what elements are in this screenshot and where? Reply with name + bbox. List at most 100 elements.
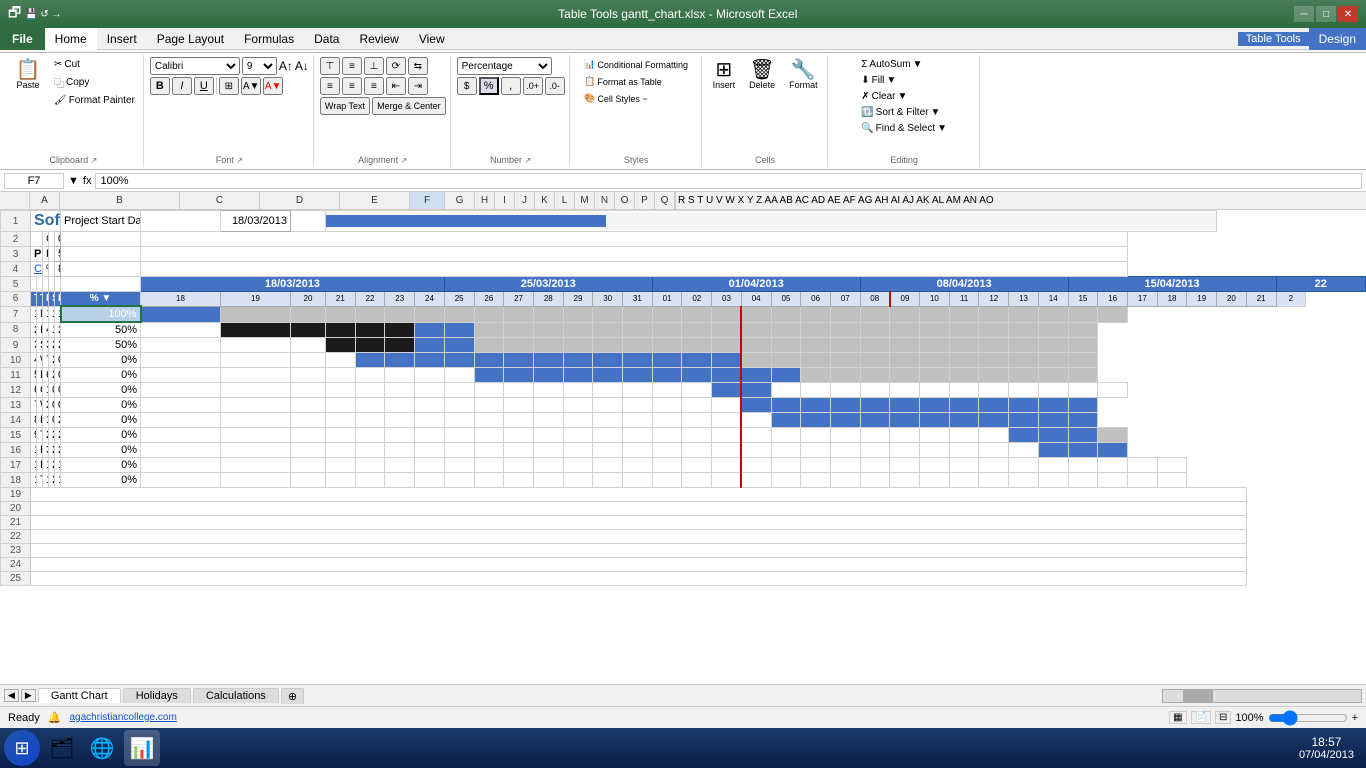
clear-button[interactable]: ✗ Clear ▼: [857, 89, 911, 104]
col-task-name[interactable]: Task Name ▼: [37, 292, 43, 307]
page-layout-view-button[interactable]: 📄: [1191, 711, 1211, 724]
task-start-1[interactable]: 18/03/2013: [49, 306, 55, 322]
task-dur-9[interactable]: 2 days: [43, 428, 49, 443]
cell-styles-button[interactable]: 🎨 Cell Styles ~: [580, 91, 652, 106]
tab-add[interactable]: ⊕: [281, 688, 304, 704]
empty-24[interactable]: [31, 558, 1247, 572]
col-finish-date[interactable]: Finish Date ▼: [55, 292, 61, 307]
bold-button[interactable]: B: [150, 77, 170, 95]
percent-button[interactable]: %: [479, 77, 499, 95]
design-menu[interactable]: Design: [1309, 28, 1366, 50]
task-id-6[interactable]: 6: [31, 383, 37, 398]
task-start-9[interactable]: 22/04/2013: [49, 428, 55, 443]
cell-E4[interactable]: 8%: [55, 262, 61, 277]
cell-E1[interactable]: 18/03/2013: [221, 211, 291, 232]
scroll-right-button[interactable]: ▶: [21, 689, 36, 702]
format-button[interactable]: 🔧 Format: [784, 57, 823, 93]
page-layout-menu[interactable]: Page Layout: [147, 28, 234, 50]
task-start-7[interactable]: 04/04/2013: [49, 398, 55, 413]
task-name-5[interactable]: Design storyboards: [37, 368, 43, 383]
task-pct-5[interactable]: 0%: [61, 368, 141, 383]
task-name-6[interactable]: Get client approval: [37, 383, 43, 398]
task-id-4[interactable]: 4: [31, 353, 37, 368]
task-pct-10[interactable]: 0%: [61, 443, 141, 458]
cell-A4[interactable]: Computergaga: [31, 262, 43, 277]
fill-color-button[interactable]: A▼: [241, 77, 261, 95]
maximize-button[interactable]: □: [1316, 6, 1336, 22]
start-button[interactable]: ⊞: [4, 730, 40, 766]
task-start-8[interactable]: 08/04/2013: [49, 413, 55, 428]
col-percent[interactable]: % ▼: [61, 292, 141, 307]
task-finish-8[interactable]: 22/04/2013: [55, 413, 61, 428]
task-finish-10[interactable]: 29/04/2013: [55, 443, 61, 458]
find-select-button[interactable]: 🔍 Find & Select ▼: [857, 121, 951, 136]
text-angle-button[interactable]: ⟳: [386, 57, 406, 75]
format-table-button[interactable]: 📋 Format as Table: [580, 74, 666, 89]
tab-gantt-chart[interactable]: Gantt Chart: [38, 688, 121, 703]
task-id-8[interactable]: 8: [31, 413, 37, 428]
task-start-4[interactable]: 22/03/2013: [49, 353, 55, 368]
increase-font-icon[interactable]: A↑: [279, 59, 293, 73]
task-dur-1[interactable]: 1 days: [43, 306, 49, 322]
task-dur-3[interactable]: 3 days: [43, 338, 49, 353]
view-menu[interactable]: View: [409, 28, 455, 50]
col-duration[interactable]: Duration ▼: [43, 292, 49, 307]
cell-A1[interactable]: Software Development: [31, 211, 61, 232]
increase-decimal-button[interactable]: .0+: [523, 77, 543, 95]
task-pct-11[interactable]: 0%: [61, 458, 141, 473]
text-direction-button[interactable]: ⇆: [408, 57, 428, 75]
task-name-8[interactable]: Develop application: [37, 413, 43, 428]
align-middle-button[interactable]: ≡: [342, 57, 362, 75]
empty-19[interactable]: [31, 488, 1247, 502]
cell-F2[interactable]: [61, 232, 141, 247]
autosum-button[interactable]: Σ AutoSum ▼: [857, 57, 926, 72]
task-id-9[interactable]: 9: [31, 428, 37, 443]
task-id-10[interactable]: 10: [31, 443, 37, 458]
task-start-12[interactable]: 29/04/2013: [49, 473, 55, 488]
task-dur-2[interactable]: 4 days: [43, 322, 49, 338]
cell-C2[interactable]: Current Date: [43, 232, 49, 247]
task-dur-4[interactable]: 7 days: [43, 353, 49, 368]
cell-C1[interactable]: Project Start Date: [61, 211, 141, 232]
conditional-formatting-button[interactable]: 📊 Conditional Formatting: [580, 57, 692, 72]
empty-23[interactable]: [31, 544, 1247, 558]
scroll-left-button[interactable]: ◀: [4, 689, 19, 702]
normal-view-button[interactable]: ▦: [1169, 711, 1186, 724]
format-painter-button[interactable]: 🖌 Format Painter: [50, 93, 139, 108]
task-pct-12[interactable]: 0%: [61, 473, 141, 488]
close-button[interactable]: ✕: [1338, 6, 1358, 22]
formula-input[interactable]: [95, 173, 1362, 189]
taskbar-browser-button[interactable]: 🌐: [84, 730, 120, 766]
taskbar-files-button[interactable]: 🗂: [44, 730, 80, 766]
task-dur-5[interactable]: 6 days: [43, 368, 49, 383]
task-pct-6[interactable]: 0%: [61, 383, 141, 398]
task-pct-2[interactable]: 50%: [61, 322, 141, 338]
task-finish-11[interactable]: 14/05/2013: [55, 458, 61, 473]
task-dur-8[interactable]: 10 days: [43, 413, 49, 428]
empty-21[interactable]: [31, 516, 1247, 530]
review-menu[interactable]: Review: [349, 28, 408, 50]
zoom-plus-button[interactable]: +: [1352, 712, 1358, 724]
cell-E3[interactable]: 57 days: [55, 247, 61, 262]
task-name-10[interactable]: Fix bugs: [37, 443, 43, 458]
insert-menu[interactable]: Insert: [97, 28, 147, 50]
decrease-decimal-button[interactable]: .0-: [545, 77, 565, 95]
task-name-2[interactable]: Identify scope: [37, 322, 43, 338]
task-start-5[interactable]: 26/03/2013: [49, 368, 55, 383]
number-format-select[interactable]: Percentage: [457, 57, 552, 75]
font-color-button[interactable]: A▼: [263, 77, 283, 95]
task-finish-12[interactable]: 14/05/2013: [55, 473, 61, 488]
cell-F4[interactable]: [61, 262, 141, 277]
paste-button[interactable]: 📋 Paste: [8, 57, 48, 93]
task-name-12[interactable]: Train users: [37, 473, 43, 488]
task-id-2[interactable]: 2: [31, 322, 37, 338]
cell-F5[interactable]: [61, 277, 141, 292]
task-dur-12[interactable]: 10 days: [43, 473, 49, 488]
empty-22[interactable]: [31, 530, 1247, 544]
taskbar-excel-button[interactable]: 📊: [124, 730, 160, 766]
increase-indent-button[interactable]: ⇥: [408, 77, 428, 95]
tab-holidays[interactable]: Holidays: [123, 688, 191, 703]
task-start-6[interactable]: 03/04/2013: [49, 383, 55, 398]
task-name-9[interactable]: Test application: [37, 428, 43, 443]
cut-button[interactable]: ✂ Cut: [50, 57, 139, 72]
